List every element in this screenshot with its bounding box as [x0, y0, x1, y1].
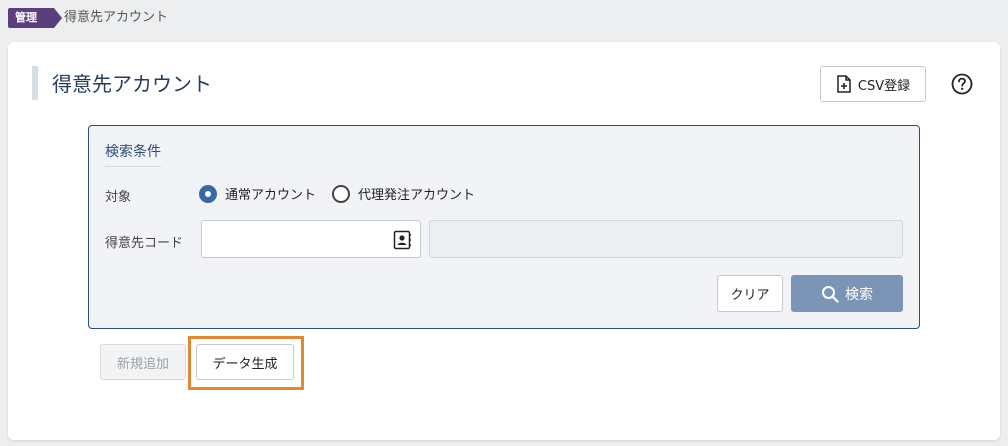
search-button[interactable]: 検索	[791, 275, 903, 312]
customer-name-display	[429, 220, 903, 258]
page-title: 得意先アカウント	[52, 72, 212, 96]
customer-code-input[interactable]	[202, 221, 382, 257]
radio-checked-icon	[199, 184, 217, 203]
breadcrumb: 管理 得意先アカウント	[0, 0, 1008, 36]
question-circle-icon[interactable]	[951, 73, 973, 95]
csv-register-label: CSV登録	[857, 78, 911, 94]
search-panel-title: 検索条件	[105, 141, 161, 167]
file-plus-icon	[837, 75, 851, 93]
clear-button-label: クリア	[730, 288, 770, 303]
add-new-label: 新規追加	[116, 356, 169, 372]
radio-proxy-label: 代理発注アカウント	[358, 188, 476, 203]
title-accent-bar	[32, 66, 38, 100]
main-card: 得意先アカウント CSV登録 検索条件 対象 通常アカウント 代理発注アカウント…	[8, 42, 1000, 440]
search-button-label: 検索	[845, 286, 873, 303]
breadcrumb-section-tag[interactable]: 管理	[8, 8, 62, 28]
radio-normal-account[interactable]: 通常アカウント	[199, 184, 316, 203]
customer-code-label: 得意先コード	[105, 236, 184, 251]
csv-register-button[interactable]: CSV登録	[820, 66, 926, 102]
customer-code-field[interactable]	[201, 220, 421, 258]
clear-button[interactable]: クリア	[717, 275, 783, 312]
search-icon	[822, 285, 839, 303]
generate-data-button[interactable]: データ生成	[196, 344, 294, 380]
radio-proxy-account[interactable]: 代理発注アカウント	[332, 184, 475, 203]
add-new-button[interactable]: 新規追加	[100, 344, 186, 380]
generate-data-label: データ生成	[212, 356, 278, 372]
address-book-icon[interactable]	[392, 230, 412, 250]
radio-normal-label: 通常アカウント	[225, 188, 317, 203]
breadcrumb-current: 得意先アカウント	[64, 10, 169, 25]
search-conditions-panel: 検索条件 対象 通常アカウント 代理発注アカウント 得意先コード クリア 検索	[88, 125, 920, 329]
target-label: 対象	[105, 190, 132, 205]
radio-unchecked-icon	[332, 184, 350, 203]
